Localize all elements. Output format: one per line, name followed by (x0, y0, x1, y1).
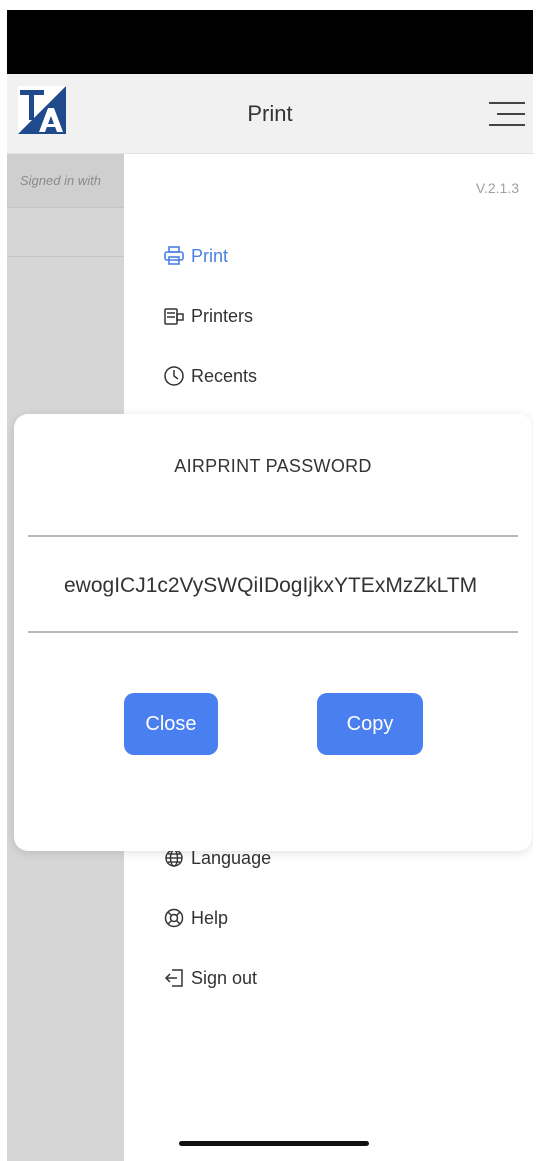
menu-item-recents[interactable]: Recents (163, 361, 257, 391)
menu-item-help[interactable]: Help (163, 903, 228, 933)
menu-item-sign-out[interactable]: Sign out (163, 963, 257, 993)
menu-item-printers[interactable]: Printers (163, 301, 253, 331)
version-label: V.2.1.3 (475, 180, 519, 196)
sign-out-icon (163, 967, 185, 989)
app-header: Print (7, 74, 533, 154)
menu-item-label: Help (191, 907, 229, 928)
signed-in-label: Signed in with (7, 154, 124, 208)
home-indicator[interactable] (179, 1141, 369, 1146)
lifebuoy-icon (163, 907, 185, 929)
menu-item-label: Printers (191, 305, 254, 326)
airprint-password-dialog: AIRPRINT PASSWORD ewogICJ1c2VySWQiIDogIj… (14, 414, 532, 851)
dialog-title: AIRPRINT PASSWORD (174, 456, 372, 476)
password-value[interactable]: ewogICJ1c2VySWQiIDogIjkxYTExMzZkLTM (64, 574, 512, 598)
printers-icon (163, 305, 185, 327)
status-bar (7, 10, 533, 74)
printer-icon (163, 245, 185, 267)
copy-button[interactable]: Copy (317, 693, 423, 755)
close-button[interactable]: Close (124, 693, 218, 755)
menu-item-label: Recents (191, 365, 258, 386)
hamburger-icon[interactable] (489, 96, 525, 132)
menu-item-label: Print (191, 245, 229, 266)
menu-item-print[interactable]: Print (163, 241, 228, 271)
sidebar-account-row (7, 209, 124, 257)
divider-bottom (28, 631, 518, 633)
clock-icon (163, 365, 185, 387)
menu-item-label: Sign out (191, 967, 258, 988)
page-title: Print (247, 101, 293, 126)
app-frame: Print Signed in with V.2.1.3 Print Print… (7, 10, 533, 1161)
divider-top (28, 535, 518, 537)
